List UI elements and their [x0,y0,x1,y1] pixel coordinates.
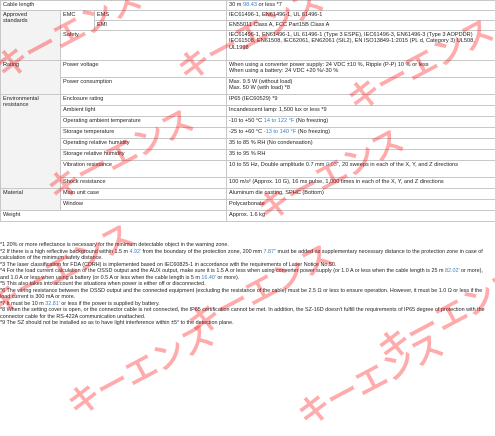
approved-standards-label: Approved standards [1,10,61,60]
storage-temp-label: Storage temperature [61,127,227,138]
row-vibration: Vibration resistance 10 to 55 Hz, Double… [1,160,495,177]
row-storage-temp: Storage temperature -25 to +60 °C -13 to… [1,127,495,138]
cable-length-value: 30 m 98.43 or less *7 [227,1,495,11]
ambient-light-value: Incandescent lamp: 1,500 lux or less *9 [227,105,495,116]
row-storage-humidity: Storage relative humidity 35 to 95 % RH [1,149,495,160]
safety-label: Safety [61,30,227,60]
operating-humidity-value: 35 to 85 % RH (No condensation) [227,138,495,149]
weight-label: Weight [1,210,227,221]
material-label: Material [1,188,61,210]
shock-value: 100 m/s² (Approx. 10 G), 16 ms pulse, 1,… [227,177,495,188]
row-safety: Safety IEC61496-1, EN61496-1, UL 61496-1… [1,30,495,60]
storage-humidity-value: 35 to 95 % RH [227,149,495,160]
row-emc-ems: Approved standards EMC EMS IEC61496-1, E… [1,10,495,20]
weight-value: Approx. 1.6 kg [227,210,495,221]
power-voltage-label: Power voltage [61,60,227,77]
window-value: Polycarbonate [227,199,495,210]
row-operating-temp: Operating ambient temperature -10 to +50… [1,116,495,127]
watermark-10: キーエンス [289,320,451,435]
row-window: Window Polycarbonate [1,199,495,210]
environmental-label: Environmental resistance [1,94,61,188]
operating-temp-label: Operating ambient temperature [61,116,227,127]
footnote-2: *2 If there is a high reflective backgro… [0,249,492,262]
row-operating-humidity: Operating relative humidity 35 to 85 % R… [1,138,495,149]
emi-label: EMI [95,20,227,30]
row-main-unit: Material Main unit case Aluminum die cas… [1,188,495,199]
operating-temp-value: -10 to +50 °C 14 to 122 °F (No freezing) [227,116,495,127]
storage-humidity-label: Storage relative humidity [61,149,227,160]
operating-humidity-label: Operating relative humidity [61,138,227,149]
footnote-8: *8 When the setting cover is open, or th… [0,307,492,320]
row-power-consumption: Power consumption Max. 9.5 W (without lo… [1,77,495,94]
row-power-voltage: Rating Power voltage When using a conver… [1,60,495,77]
shock-label: Shock resistance [61,177,227,188]
emi-value: EN55011 Class A, FCC Part15B Class A [227,20,495,30]
row-enclosure: Environmental resistance Enclosure ratin… [1,94,495,105]
footnote-9: *9 The SZ should not be installed so as … [0,320,492,327]
emc-label: EMC [61,10,95,30]
ems-value: IEC61496-1, EN61496-1, UL 61496-1 [227,10,495,20]
watermark-9: キーエンス [59,310,221,425]
footnotes: *1 20% or more reflectance is necessary … [0,242,492,327]
row-cable-length: Cable length 30 m 98.43 or less *7 [1,1,495,11]
enclosure-value: IP65 (IEC60529) *9 [227,94,495,105]
rating-label: Rating [1,60,61,94]
safety-value: IEC61496-1, EN61496-1, UL 61496-1 (Type … [227,30,495,60]
vibration-label: Vibration resistance [61,160,227,177]
footnote-4: *4 For the load current calculation of t… [0,268,492,281]
spec-table: Cable length 30 m 98.43 or less *7 Appro… [0,0,495,222]
power-voltage-value: When using a converter power supply: 24 … [227,60,495,77]
row-weight: Weight Approx. 1.6 kg [1,210,495,221]
row-ambient-light: Ambient light Incandescent lamp: 1,500 l… [1,105,495,116]
power-consumption-label: Power consumption [61,77,227,94]
ems-label: EMS [95,10,227,20]
ambient-light-label: Ambient light [61,105,227,116]
power-consumption-value: Max. 9.5 W (without load) Max. 50 W (wit… [227,77,495,94]
row-shock: Shock resistance 100 m/s² (Approx. 10 G)… [1,177,495,188]
storage-temp-value: -25 to +60 °C -13 to 140 °F (No freezing… [227,127,495,138]
enclosure-label: Enclosure rating [61,94,227,105]
main-unit-value: Aluminum die casting, SPHC (Bottom) [227,188,495,199]
cable-length-label: Cable length [1,1,227,11]
main-unit-label: Main unit case [61,188,227,199]
vibration-value: 10 to 55 Hz, Double amplitude 0.7 mm 0.0… [227,160,495,177]
window-label: Window [61,199,227,210]
footnote-6: *6 The wiring resistance between the OSS… [0,288,492,301]
